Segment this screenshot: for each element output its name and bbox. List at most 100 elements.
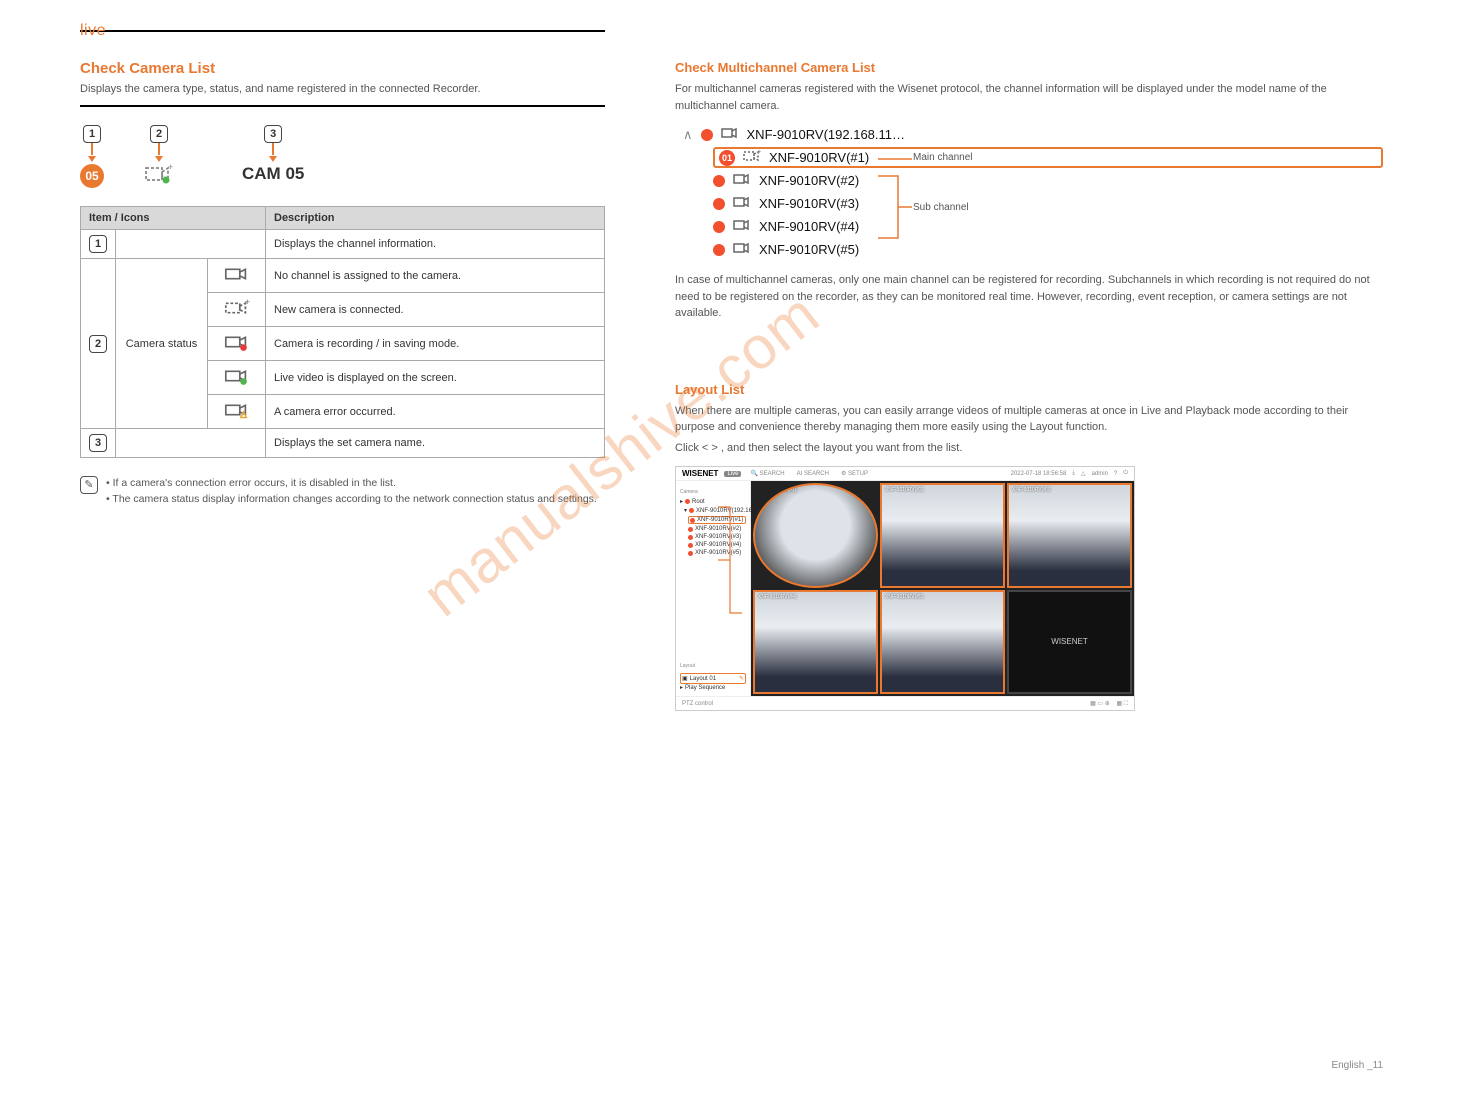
app-screenshot: WISENET Live 🔍 SEARCH AI SEARCH ⚙ SETUP …	[675, 466, 1135, 711]
db: New camera is connected.	[266, 293, 605, 327]
tile-4[interactable]: XNF-9010RV(#4)	[753, 590, 878, 695]
side-layout-item[interactable]: ▣ Layout 01✎	[680, 673, 746, 684]
idx1: 1	[89, 235, 107, 253]
layout-title: Layout List	[675, 382, 1383, 397]
foot-lang: English	[1331, 1060, 1364, 1071]
da: No channel is assigned to the camera.	[266, 259, 605, 293]
callout-badge-3: 3	[264, 125, 282, 143]
rec-dot-icon	[713, 244, 725, 256]
app-user[interactable]: admin	[1092, 471, 1108, 477]
power-icon[interactable]: ⏻	[1123, 470, 1128, 477]
chevron-up-icon[interactable]: ∧	[683, 127, 693, 143]
dd: Live video is displayed on the screen.	[266, 361, 605, 395]
de: A camera error occurred.	[266, 395, 605, 429]
page-footer: English _11	[1331, 1060, 1383, 1071]
grid-icon[interactable]: ▦	[1116, 701, 1122, 707]
ic-b: +	[208, 293, 266, 327]
callout-line-icon	[718, 505, 758, 615]
tab-setup[interactable]: ⚙ SETUP	[838, 470, 871, 477]
export-icon[interactable]: ⤓	[1072, 470, 1075, 477]
note2: The camera status display information ch…	[112, 493, 596, 505]
tree-item-3[interactable]: XNF-9010RV(#3)	[713, 193, 1383, 214]
page-header: live	[80, 22, 106, 40]
callout-badge-1: 1	[83, 125, 101, 143]
tile-empty[interactable]: WISENET	[1007, 590, 1132, 695]
note1: If a camera's connection error occurs, i…	[113, 477, 396, 489]
legend-table-main: Item / Icons Description 1 Displays the …	[80, 206, 605, 458]
callout-badge-2: 2	[150, 125, 168, 143]
full-icon[interactable]: ⛶	[1124, 701, 1128, 707]
ratio-icon[interactable]: ▭	[1097, 701, 1103, 707]
mc-title: Check Multichannel Camera List	[675, 60, 1383, 75]
th-desc2: Description	[266, 207, 605, 230]
camera-outline-icon	[733, 218, 751, 235]
camera-outline-icon	[733, 195, 751, 212]
svg-text:+: +	[168, 164, 173, 172]
help-icon[interactable]: ?	[1114, 471, 1117, 477]
tree-c1: XNF-9010RV(#1)	[769, 150, 869, 165]
rec-dot-icon	[713, 198, 725, 210]
left-rule	[80, 105, 605, 107]
left-title: Check Camera List	[80, 60, 605, 77]
ch-dot-icon: 01	[719, 150, 735, 166]
foot-page: _11	[1367, 1060, 1383, 1071]
tile-5[interactable]: XNF-9010RV(#5)	[880, 590, 1005, 695]
d3: Displays the set camera name.	[266, 429, 605, 458]
tree-c3: XNF-9010RV(#3)	[759, 196, 859, 211]
tree-c4: XNF-9010RV(#4)	[759, 219, 859, 234]
idx3: 3	[89, 434, 107, 452]
note-icon: ✎	[80, 476, 98, 494]
status-icon[interactable]: ⊕	[1105, 701, 1110, 707]
side-sec-camera: Camera	[680, 489, 746, 495]
tree-item-1[interactable]: 01 + XNF-9010RV(#1)	[713, 147, 1383, 168]
ic-c	[208, 327, 266, 361]
tree-c5: XNF-9010RV(#5)	[759, 242, 859, 257]
camera-new-icon: +	[743, 149, 761, 166]
side-sec-layout: Layout	[680, 663, 746, 669]
th-item2: Item / Icons	[81, 207, 266, 230]
ic-a	[208, 259, 266, 293]
camera-name: CAM 05	[242, 164, 304, 184]
foot-left[interactable]: PTZ control	[682, 701, 713, 707]
app-logo: WISENET	[682, 469, 718, 478]
layout-inst: Click < > , and then select the layout y…	[675, 440, 1383, 457]
svg-text:+: +	[757, 149, 761, 156]
lbl2: Camera status	[116, 259, 208, 429]
svg-text:+: +	[244, 298, 249, 307]
layout-inst-text: Click < > , and then select the layout y…	[675, 442, 962, 454]
camera-status-icon: +	[144, 164, 174, 184]
camera-outline-icon	[733, 172, 751, 189]
tile-3[interactable]: XNF-9010RV(#3)	[1007, 483, 1132, 588]
osd-icon[interactable]: ▦	[1090, 701, 1096, 707]
tree-item-5[interactable]: XNF-9010RV(#5)	[713, 239, 1383, 260]
mc-note: In case of multichannel cameras, only on…	[675, 272, 1383, 322]
camera-tree: ∧ XNF-9010RV(192.168.11… 01 + XNF-9010RV…	[683, 124, 1383, 260]
dc: Camera is recording / in saving mode.	[266, 327, 605, 361]
tree-item-2[interactable]: XNF-9010RV(#2)	[713, 170, 1383, 191]
tab-live[interactable]: Live	[724, 471, 741, 477]
tree-root-label[interactable]: XNF-9010RV(192.168.11…	[747, 127, 906, 142]
tile-1[interactable]: XNF-9010RV(#1)	[753, 483, 878, 588]
idx2: 2	[89, 335, 107, 353]
mc-sub: For multichannel cameras registered with…	[675, 81, 1383, 114]
tree-c2: XNF-9010RV(#2)	[759, 173, 859, 188]
rec-dot-icon	[713, 175, 725, 187]
side-root[interactable]: ▸ Root	[680, 498, 746, 505]
rec-dot-icon	[701, 129, 713, 141]
alarm-icon[interactable]: △	[1081, 470, 1086, 477]
callout-sub: Sub channel	[913, 202, 969, 213]
tab-search[interactable]: 🔍 SEARCH	[747, 470, 787, 477]
tree-item-4[interactable]: XNF-9010RV(#4)	[713, 216, 1383, 237]
tab-ai[interactable]: AI SEARCH	[794, 471, 832, 477]
rec-dot-icon	[713, 221, 725, 233]
tile-2[interactable]: XNF-9010RV(#2)	[880, 483, 1005, 588]
callout-main: Main channel	[913, 152, 972, 163]
channel-badge: 05	[80, 164, 104, 188]
camera-outline-icon	[733, 241, 751, 258]
ic-d	[208, 361, 266, 395]
d1: Displays the channel information.	[266, 230, 605, 259]
top-rule	[80, 30, 605, 32]
side-seq[interactable]: ▸ Play Sequence	[680, 684, 746, 691]
ic-e	[208, 395, 266, 429]
app-date: 2022-07-18 18:56:58	[1011, 471, 1067, 477]
